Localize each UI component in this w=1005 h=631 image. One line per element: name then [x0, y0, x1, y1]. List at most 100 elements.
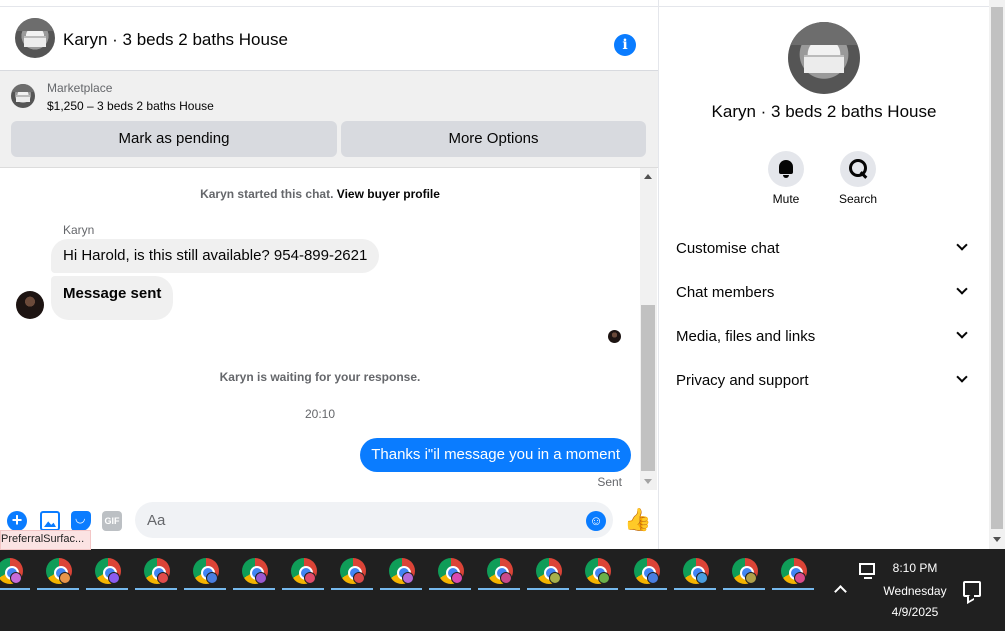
info-icon[interactable]: i	[614, 34, 636, 56]
section-label: Privacy and support	[676, 372, 809, 389]
emoji-icon[interactable]: ☺	[586, 511, 606, 531]
mark-as-pending-button[interactable]: Mark as pending	[11, 121, 337, 157]
profile-badge-icon	[794, 572, 806, 584]
sender-avatar[interactable]	[16, 291, 44, 319]
chat-title[interactable]: Karyn · 3 beds 2 baths House	[63, 30, 288, 50]
scrollbar-thumb[interactable]	[641, 305, 655, 471]
running-indicator	[380, 588, 422, 590]
chrome-taskbar-button[interactable]	[184, 557, 226, 591]
chrome-taskbar-button[interactable]	[37, 557, 79, 591]
bell-icon[interactable]	[768, 151, 804, 187]
running-indicator	[233, 588, 275, 590]
customise-chat-section[interactable]: Customise chat	[659, 226, 989, 270]
mute-label: Mute	[772, 192, 800, 206]
marketplace-listing-price[interactable]: $1,250 – 3 beds 2 baths House	[47, 99, 214, 113]
chrome-taskbar-button[interactable]	[723, 557, 765, 591]
scroll-down-arrow-icon[interactable]	[644, 479, 652, 484]
chrome-taskbar-button[interactable]	[674, 557, 716, 591]
profile-badge-icon	[402, 572, 414, 584]
search-icon[interactable]	[840, 151, 876, 187]
chrome-taskbar-button[interactable]	[576, 557, 618, 591]
profile-badge-icon	[647, 572, 659, 584]
mute-button[interactable]: Mute	[756, 151, 816, 206]
marketplace-listing-thumbnail[interactable]	[11, 84, 35, 108]
message-timestamp: 20:10	[304, 407, 336, 421]
profile-badge-icon	[696, 572, 708, 584]
chrome-taskbar-button[interactable]	[625, 557, 667, 591]
running-indicator	[184, 588, 226, 590]
message-scrollbar[interactable]	[640, 168, 657, 490]
running-indicator	[135, 588, 177, 590]
plus-icon[interactable]: +	[7, 511, 27, 531]
chat-details-pane: Karyn · 3 beds 2 baths House Mute Search…	[659, 0, 989, 549]
running-indicator	[86, 588, 128, 590]
view-buyer-profile-link[interactable]: View buyer profile	[337, 187, 440, 201]
search-button[interactable]: Search	[828, 151, 888, 206]
chrome-taskbar-button[interactable]	[0, 557, 30, 591]
chat-members-section[interactable]: Chat members	[659, 270, 989, 314]
read-receipt-avatar	[608, 330, 621, 343]
running-indicator	[576, 588, 618, 590]
running-indicator	[674, 588, 716, 590]
url-tooltip: PreferralSurfac...	[0, 530, 92, 550]
running-indicator	[0, 588, 30, 590]
scroll-up-arrow-icon[interactable]	[644, 174, 652, 179]
chrome-taskbar-button[interactable]	[429, 557, 471, 591]
chrome-taskbar-button[interactable]	[527, 557, 569, 591]
chrome-taskbar-button[interactable]	[135, 557, 177, 591]
clock-time[interactable]: 8:10 PM	[880, 561, 950, 575]
running-indicator	[527, 588, 569, 590]
listing-avatar[interactable]	[15, 18, 55, 58]
profile-badge-icon	[206, 572, 218, 584]
running-indicator	[429, 588, 471, 590]
chrome-taskbar-button[interactable]	[478, 557, 520, 591]
profile-badge-icon	[500, 572, 512, 584]
privacy-support-section[interactable]: Privacy and support	[659, 358, 989, 402]
chrome-taskbar-button[interactable]	[86, 557, 128, 591]
sticker-icon[interactable]	[71, 511, 91, 531]
chrome-taskbar-button[interactable]	[380, 557, 422, 591]
details-listing-avatar[interactable]	[788, 22, 860, 94]
page-scrollbar[interactable]	[989, 0, 1005, 549]
profile-badge-icon	[353, 572, 365, 584]
media-files-links-section[interactable]: Media, files and links	[659, 314, 989, 358]
running-indicator	[282, 588, 324, 590]
profile-badge-icon	[451, 572, 463, 584]
profile-badge-icon	[10, 572, 22, 584]
chrome-taskbar-button[interactable]	[282, 557, 324, 591]
running-indicator	[625, 588, 667, 590]
incoming-message[interactable]: Hi Harold, is this still available? 954-…	[51, 239, 380, 273]
top-border	[0, 0, 658, 7]
running-indicator	[478, 588, 520, 590]
message-input[interactable]	[135, 502, 613, 538]
profile-badge-icon	[745, 572, 757, 584]
section-label: Chat members	[676, 284, 775, 301]
chrome-taskbar-button[interactable]	[233, 557, 275, 591]
notification-center-icon[interactable]	[963, 581, 981, 597]
thumbs-up-icon[interactable]: 👍	[624, 508, 651, 532]
message-list: Karyn started this chat. View buyer prof…	[0, 168, 640, 492]
running-indicator	[37, 588, 79, 590]
sent-status: Sent	[597, 475, 622, 489]
more-options-button[interactable]: More Options	[341, 121, 646, 157]
chevron-down-icon	[956, 371, 968, 383]
gif-icon[interactable]: GIF	[102, 511, 122, 531]
clock-day[interactable]: Wednesday	[875, 584, 955, 598]
clock-date[interactable]: 4/9/2025	[880, 605, 950, 619]
network-icon[interactable]	[859, 563, 875, 579]
scroll-down-arrow-icon[interactable]	[993, 537, 1001, 542]
waiting-notice: Karyn is waiting for your response.	[219, 370, 421, 384]
section-label: Customise chat	[676, 240, 780, 257]
chat-header: Karyn · 3 beds 2 baths House i	[0, 7, 658, 71]
message-composer: + GIF ☺ 👍	[0, 492, 658, 549]
outgoing-message[interactable]: Thanks i"il message you in a moment	[360, 438, 631, 472]
scrollbar-thumb[interactable]	[991, 7, 1003, 529]
chrome-taskbar-button[interactable]	[772, 557, 814, 591]
chevron-up-icon[interactable]	[834, 585, 847, 598]
profile-badge-icon	[304, 572, 316, 584]
incoming-message[interactable]: Message sent	[51, 276, 174, 320]
profile-badge-icon	[549, 572, 561, 584]
chrome-taskbar-button[interactable]	[331, 557, 373, 591]
section-label: Media, files and links	[676, 328, 816, 345]
photo-icon[interactable]	[40, 511, 60, 531]
